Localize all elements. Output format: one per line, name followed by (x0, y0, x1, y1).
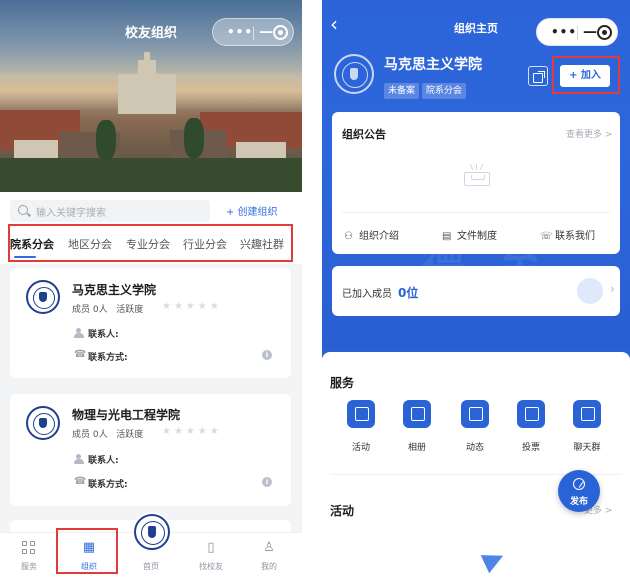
link-contact[interactable]: ☏ 联系我们 (540, 227, 595, 242)
link-label: 文件制度 (457, 231, 497, 242)
more-icon[interactable]: ••• (227, 26, 253, 38)
services-title: 服务 (330, 376, 355, 390)
nav-label: 首页 (143, 562, 159, 571)
empty-inbox-icon (464, 164, 490, 186)
highlight-box-join (552, 56, 620, 94)
activities-title: 活动 (330, 504, 355, 518)
divider (342, 212, 610, 213)
org-list-screen: 校友组织 ••• — 输入关键字搜索 + 创建组织 院系分会 地区分会 专业分会… (0, 0, 302, 578)
person-icon (74, 328, 84, 338)
vote-icon (517, 400, 545, 428)
link-label: 联系我们 (555, 231, 595, 242)
org-members: 成员 0人 活跃度 (72, 427, 143, 440)
contact-method-label: 联系方式: (88, 480, 128, 490)
person-icon (74, 454, 84, 464)
contact-method-label: 联系方式: (88, 353, 128, 363)
activity-stars: ★★★★★ (162, 426, 222, 437)
pencil-icon (573, 478, 585, 490)
link-documents[interactable]: ▤ 文件制度 (442, 227, 497, 242)
org-card[interactable]: 物理与光电工程学院 成员 0人 活跃度 ★★★★★ 联系人: ☎ 联系方式: i (10, 394, 291, 506)
grid-icon (22, 541, 36, 555)
activity-stars: ★★★★★ (162, 301, 222, 312)
star-icon (461, 400, 489, 428)
minimize-icon[interactable]: — (259, 24, 273, 40)
phone-icon: ☎ (74, 476, 87, 487)
activity-label: 活跃度 (116, 430, 144, 440)
nav-label: 找校友 (199, 562, 223, 571)
photo-icon (403, 400, 431, 428)
share-icon[interactable] (528, 66, 548, 86)
link-intro[interactable]: ⚇ 组织介绍 (344, 227, 399, 242)
close-target-icon[interactable] (273, 25, 288, 40)
mini-program-capsule[interactable]: ••• — (212, 18, 294, 46)
book-icon: ▯ (207, 540, 215, 555)
publish-button[interactable]: 发布 (558, 470, 600, 512)
org-members: 成员 0人 活跃度 (72, 302, 143, 315)
user-icon: ♙ (263, 540, 275, 555)
service-label: 动态 (465, 443, 484, 453)
services-section: 服务 活动 相册 动态 投票 聊天群 活动 更多 > 发布 (322, 352, 630, 578)
link-label: 组织介绍 (359, 231, 399, 242)
members-label-text: 已加入成员 (342, 289, 392, 300)
close-target-icon[interactable] (597, 25, 612, 40)
service-label: 相册 (407, 443, 426, 453)
phone-icon: ☎ (74, 349, 87, 360)
nav-item-service[interactable]: 服务 (4, 533, 54, 578)
people-icon: ⚇ (344, 231, 353, 242)
nav-item-find-alumni[interactable]: ▯ 找校友 (186, 533, 236, 578)
flag-icon (347, 400, 375, 428)
document-icon: ▤ (442, 231, 452, 242)
tag-category: 院系分会 (422, 83, 467, 99)
contact-label: 联系人: (88, 456, 119, 466)
announcement-panel: 组织公告 查看更多 > ⚇ 组织介绍 ▤ 文件制度 ☏ 联系我们 (332, 112, 620, 254)
org-logo (334, 54, 374, 94)
announcement-title: 组织公告 (342, 128, 386, 141)
create-org-button[interactable]: + 创建组织 (226, 203, 278, 218)
minimize-icon[interactable]: — (583, 24, 597, 40)
highlight-box-tabs (8, 224, 293, 262)
publish-label: 发布 (569, 497, 588, 507)
search-bar: 输入关键字搜索 + 创建组织 (0, 192, 302, 226)
tag-unregistered: 未备案 (384, 83, 420, 99)
home-logo[interactable] (134, 514, 170, 550)
org-name: 马克思主义学院 (384, 57, 482, 73)
members-panel[interactable]: 已加入成员 0位 › (332, 266, 620, 316)
org-logo (26, 406, 60, 440)
mini-program-capsule[interactable]: ••• — (536, 18, 618, 46)
nav-label: 我的 (261, 562, 277, 571)
search-icon (18, 205, 28, 215)
search-input[interactable]: 输入关键字搜索 (10, 200, 210, 222)
more-icon[interactable]: ••• (551, 26, 577, 38)
service-label: 活动 (351, 443, 370, 453)
org-name: 物理与光电工程学院 (72, 408, 181, 422)
members-label: 已加入成员 0位 (342, 284, 418, 301)
paper-plane-icon (480, 546, 508, 574)
service-label: 投票 (521, 443, 540, 453)
nav-item-me[interactable]: ♙ 我的 (244, 533, 294, 578)
see-more-link[interactable]: 查看更多 > (566, 127, 612, 140)
activity-label: 活跃度 (116, 305, 144, 315)
members-count: 0位 (398, 286, 419, 300)
service-label: 聊天群 (573, 443, 601, 453)
members-text: 成员 0人 (72, 305, 108, 315)
info-icon[interactable]: i (262, 477, 272, 487)
avatar (577, 278, 603, 304)
phone-icon: ☏ (540, 231, 553, 242)
nav-label: 服务 (21, 562, 37, 571)
contact-label: 联系人: (88, 330, 119, 340)
highlight-box-nav (56, 528, 118, 574)
chevron-right-icon: › (610, 282, 615, 296)
org-home-screen: 德 至 ‹ 组织主页 ••• — 马克思主义学院 未备案 院系分会 + 加入 组… (322, 0, 630, 578)
org-card[interactable]: 马克思主义学院 成员 0人 活跃度 ★★★★★ 联系人: ☎ 联系方式: i (10, 268, 291, 378)
info-icon[interactable]: i (262, 350, 272, 360)
chat-icon (573, 400, 601, 428)
members-text: 成员 0人 (72, 430, 108, 440)
org-logo (26, 280, 60, 314)
search-placeholder: 输入关键字搜索 (36, 208, 106, 219)
org-name: 马克思主义学院 (72, 283, 157, 297)
